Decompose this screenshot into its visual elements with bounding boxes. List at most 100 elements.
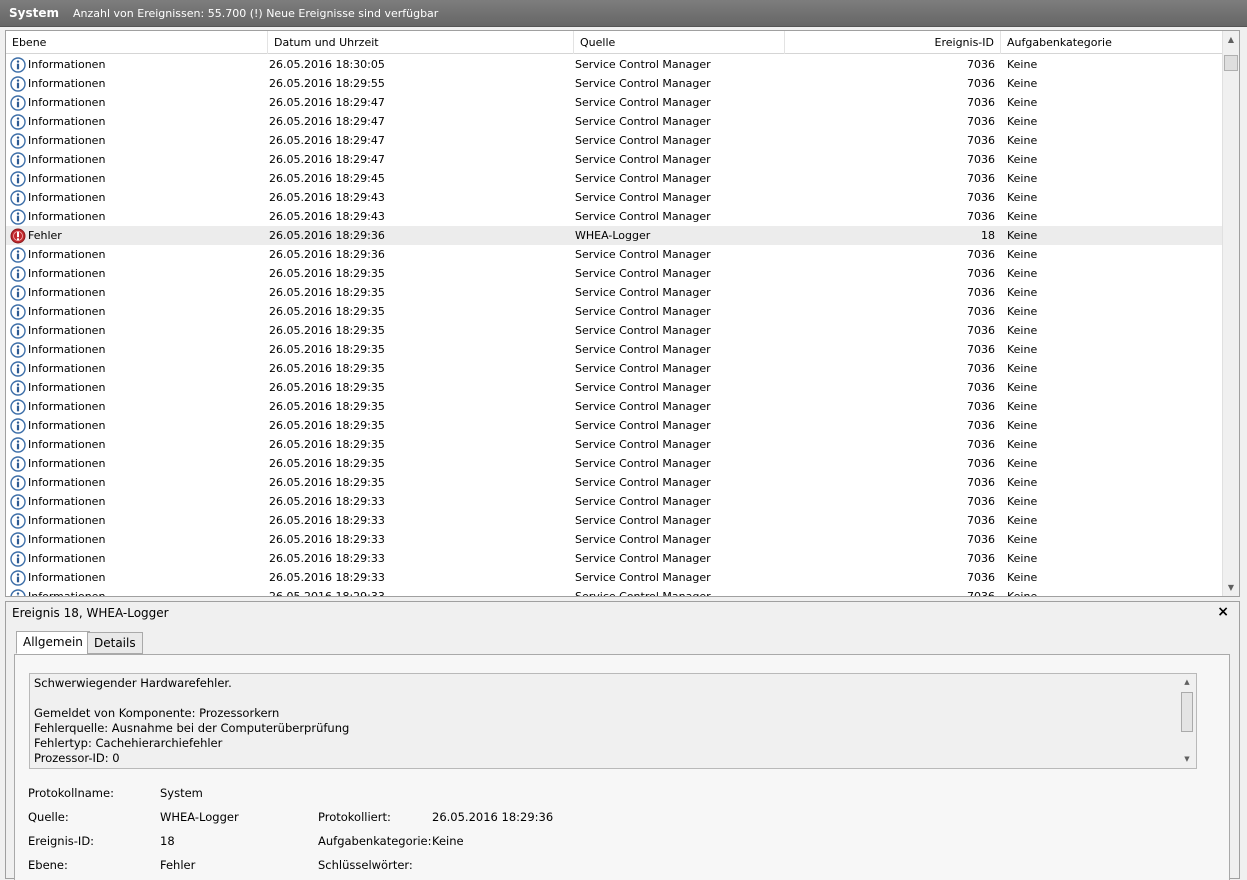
event-source: Service Control Manager <box>575 248 711 261</box>
tab-allgemein[interactable]: Allgemein <box>16 631 90 654</box>
column-header-event-id[interactable]: Ereignis-ID <box>785 31 1001 54</box>
event-level-cell: Informationen <box>10 93 260 112</box>
event-row[interactable]: Informationen 26.05.2016 18:29:55 Service … <box>6 74 1223 93</box>
column-header-level[interactable]: Ebene <box>6 31 268 54</box>
event-row[interactable]: Informationen 26.05.2016 18:29:33 Service … <box>6 549 1223 568</box>
event-category: Keine <box>1007 153 1038 166</box>
event-row[interactable]: Informationen 26.05.2016 18:30:05 Service … <box>6 55 1223 74</box>
event-row[interactable]: Informationen 26.05.2016 18:29:43 Service … <box>6 188 1223 207</box>
scroll-down-icon[interactable]: ▼ <box>1179 751 1195 768</box>
message-scrollbar[interactable]: ▲ ▼ <box>1179 674 1196 768</box>
event-category: Keine <box>1007 305 1038 318</box>
event-row[interactable]: Informationen 26.05.2016 18:29:47 Service … <box>6 112 1223 131</box>
event-row[interactable]: Informationen 26.05.2016 18:29:33 Service … <box>6 587 1223 597</box>
event-row[interactable]: Informationen 26.05.2016 18:29:47 Service … <box>6 150 1223 169</box>
event-id: 7036 <box>967 438 995 451</box>
event-level: Informationen <box>28 552 106 565</box>
event-row[interactable]: Informationen 26.05.2016 18:29:36 Service … <box>6 245 1223 264</box>
event-row[interactable]: Informationen 26.05.2016 18:29:33 Service … <box>6 530 1223 549</box>
event-level: Informationen <box>28 115 106 128</box>
event-level: Informationen <box>28 58 106 71</box>
task-category-label: Aufgabenkategorie: <box>318 834 432 848</box>
event-list-header: Ebene Datum und Uhrzeit Quelle Ereignis-… <box>6 31 1223 54</box>
event-source: Service Control Manager <box>575 96 711 109</box>
event-row[interactable]: Informationen 26.05.2016 18:29:33 Service … <box>6 511 1223 530</box>
event-row[interactable]: Informationen 26.05.2016 18:29:35 Service … <box>6 283 1223 302</box>
info-icon <box>10 75 26 92</box>
event-row[interactable]: Informationen 26.05.2016 18:29:35 Service … <box>6 321 1223 340</box>
info-icon <box>10 132 26 149</box>
event-list[interactable]: Ebene Datum und Uhrzeit Quelle Ereignis-… <box>5 30 1240 597</box>
level-label: Ebene: <box>28 858 68 872</box>
event-category: Keine <box>1007 514 1038 527</box>
column-header-category[interactable]: Aufgabenkategorie <box>1001 31 1223 54</box>
event-row[interactable]: Informationen 26.05.2016 18:29:43 Service … <box>6 207 1223 226</box>
event-category: Keine <box>1007 77 1038 90</box>
event-level-cell: Informationen <box>10 131 260 150</box>
info-icon <box>10 265 26 282</box>
event-source: Service Control Manager <box>575 58 711 71</box>
event-category: Keine <box>1007 229 1038 242</box>
event-level-cell: Informationen <box>10 435 260 454</box>
event-list-scrollbar[interactable]: ▲ ▼ <box>1222 31 1239 596</box>
event-row[interactable]: Informationen 26.05.2016 18:29:33 Service … <box>6 568 1223 587</box>
event-date: 26.05.2016 18:29:35 <box>269 381 385 394</box>
event-category: Keine <box>1007 191 1038 204</box>
event-row[interactable]: Informationen 26.05.2016 18:29:47 Service … <box>6 93 1223 112</box>
event-row[interactable]: Informationen 26.05.2016 18:29:35 Service … <box>6 302 1223 321</box>
info-icon <box>10 151 26 168</box>
event-row[interactable]: Informationen 26.05.2016 18:29:35 Service … <box>6 340 1223 359</box>
event-source: Service Control Manager <box>575 191 711 204</box>
scroll-up-icon[interactable]: ▲ <box>1179 674 1195 691</box>
event-row[interactable]: Informationen 26.05.2016 18:29:35 Service … <box>6 473 1223 492</box>
event-source: Service Control Manager <box>575 153 711 166</box>
event-id: 7036 <box>967 590 995 597</box>
column-header-date[interactable]: Datum und Uhrzeit <box>268 31 574 54</box>
event-id: 7036 <box>967 248 995 261</box>
event-level: Informationen <box>28 476 106 489</box>
event-category: Keine <box>1007 381 1038 394</box>
event-row[interactable]: Informationen 26.05.2016 18:29:35 Service … <box>6 435 1223 454</box>
error-icon <box>10 228 26 244</box>
log-title: System <box>9 6 59 20</box>
event-level-cell: Informationen <box>10 473 260 492</box>
event-source: Service Control Manager <box>575 172 711 185</box>
event-row[interactable]: Informationen 26.05.2016 18:29:35 Service … <box>6 359 1223 378</box>
scroll-thumb[interactable] <box>1181 692 1193 732</box>
event-level-cell: Informationen <box>10 530 260 549</box>
event-row[interactable]: Informationen 26.05.2016 18:29:35 Service … <box>6 378 1223 397</box>
event-category: Keine <box>1007 457 1038 470</box>
close-icon[interactable]: × <box>1217 604 1229 620</box>
event-category: Keine <box>1007 419 1038 432</box>
event-level-cell: Informationen <box>10 112 260 131</box>
event-level-cell: Informationen <box>10 245 260 264</box>
event-level: Informationen <box>28 514 106 527</box>
message-line: Gemeldet von Komponente: Prozessorkern <box>34 706 280 720</box>
event-message-box[interactable]: Schwerwiegender Hardwarefehler. Gemeldet… <box>29 673 1197 769</box>
event-row[interactable]: Informationen 26.05.2016 18:29:47 Service … <box>6 131 1223 150</box>
event-level: Informationen <box>28 191 106 204</box>
event-row[interactable]: Informationen 26.05.2016 18:29:35 Service … <box>6 264 1223 283</box>
info-icon <box>10 512 26 529</box>
event-row[interactable]: Informationen 26.05.2016 18:29:45 Service … <box>6 169 1223 188</box>
tab-details[interactable]: Details <box>87 632 143 654</box>
event-row[interactable]: Informationen 26.05.2016 18:29:35 Service … <box>6 416 1223 435</box>
scroll-down-icon[interactable]: ▼ <box>1223 579 1239 596</box>
event-row[interactable]: Informationen 26.05.2016 18:29:33 Service … <box>6 492 1223 511</box>
level-value: Fehler <box>160 858 196 872</box>
event-level: Fehler <box>28 229 62 242</box>
info-icon <box>10 569 26 586</box>
event-row[interactable]: Informationen 26.05.2016 18:29:35 Service … <box>6 454 1223 473</box>
event-category: Keine <box>1007 172 1038 185</box>
column-header-source[interactable]: Quelle <box>574 31 785 54</box>
event-source: Service Control Manager <box>575 210 711 223</box>
event-id: 7036 <box>967 267 995 280</box>
scroll-thumb[interactable] <box>1224 55 1238 71</box>
event-category: Keine <box>1007 438 1038 451</box>
scroll-up-icon[interactable]: ▲ <box>1223 31 1239 48</box>
event-level: Informationen <box>28 77 106 90</box>
event-row[interactable]: Informationen 26.05.2016 18:29:35 Service … <box>6 397 1223 416</box>
event-level: Informationen <box>28 210 106 223</box>
event-row[interactable]: Fehler 26.05.2016 18:29:36 WHEA-Logger 18 Ke… <box>6 226 1223 245</box>
event-level: Informationen <box>28 381 106 394</box>
